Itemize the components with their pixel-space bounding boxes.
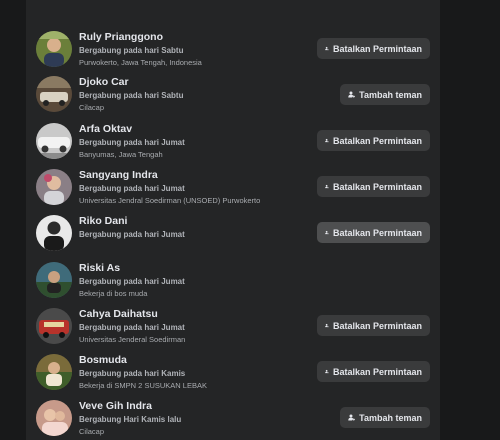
person-name[interactable]: Djoko Car (79, 76, 309, 89)
friend-suggestions-panel: Ruly Prianggono Bergabung pada hari Sabt… (26, 0, 440, 440)
cancel-request-button[interactable]: Batalkan Permintaan (317, 130, 430, 151)
person-detail: Bekerja di bos muda (79, 289, 148, 298)
button-label: Batalkan Permintaan (332, 181, 422, 192)
joined-text: Bergabung pada hari Kamis (79, 369, 186, 378)
person-row[interactable]: Djoko Car Bergabung pada hari Sabtu Cila… (26, 76, 440, 122)
person-name[interactable]: Arfa Oktav (79, 123, 309, 136)
avatar[interactable] (36, 31, 72, 67)
person-info: Cahya Daihatsu Bergabung pada hari Jumat… (79, 308, 309, 345)
add-friend-button[interactable]: Tambah teman (340, 407, 430, 428)
button-label: Batalkan Permintaan (332, 135, 422, 146)
person-row[interactable]: Ruly Prianggono Bergabung pada hari Sabt… (26, 31, 440, 77)
button-label: Tambah teman (359, 412, 422, 423)
person-info: Djoko Car Bergabung pada hari Sabtu Cila… (79, 76, 309, 113)
avatar[interactable] (36, 354, 72, 390)
cancel-request-button[interactable]: Batalkan Permintaan (317, 38, 430, 59)
person-name[interactable]: Sangyang Indra (79, 169, 309, 182)
person-info: Arfa Oktav Bergabung pada hari Jumat Ban… (79, 123, 309, 160)
person-detail: Universitas Jenderal Soedirman (79, 335, 186, 344)
person-info: Bosmuda Bergabung pada hari Kamis Bekerj… (79, 354, 309, 391)
button-label: Batalkan Permintaan (332, 43, 422, 54)
cancel-request-button[interactable]: Batalkan Permintaan (317, 315, 430, 336)
person-cancel-icon (325, 46, 329, 51)
person-info: Sangyang Indra Bergabung pada hari Jumat… (79, 169, 309, 206)
button-label: Batalkan Permintaan (332, 320, 422, 331)
cancel-request-button[interactable]: Batalkan Permintaan (317, 361, 430, 382)
avatar[interactable] (36, 308, 72, 344)
joined-text: Bergabung pada hari Sabtu (79, 46, 184, 55)
joined-text: Bergabung pada hari Jumat (79, 138, 185, 147)
joined-text: Bergabung pada hari Jumat (79, 277, 185, 286)
person-cancel-icon (325, 184, 329, 189)
person-row[interactable]: Riski As Bergabung pada hari Jumat Beker… (26, 262, 440, 308)
person-info: Riski As Bergabung pada hari Jumat Beker… (79, 262, 309, 299)
person-name[interactable]: Riko Dani (79, 215, 309, 228)
person-cancel-icon (325, 138, 329, 143)
button-label: Tambah teman (359, 89, 422, 100)
person-row[interactable]: Veve Gih Indra Bergabung Hari Kamis lalu… (26, 400, 440, 440)
avatar[interactable] (36, 400, 72, 436)
person-info: Riko Dani Bergabung pada hari Jumat (79, 215, 309, 240)
person-detail: Bekerja di SMPN 2 SUSUKAN LEBAK (79, 381, 207, 390)
person-name[interactable]: Cahya Daihatsu (79, 308, 309, 321)
person-name[interactable]: Riski As (79, 262, 309, 275)
person-row[interactable]: Sangyang Indra Bergabung pada hari Jumat… (26, 169, 440, 215)
avatar[interactable] (36, 262, 72, 298)
person-row[interactable]: Cahya Daihatsu Bergabung pada hari Jumat… (26, 308, 440, 354)
person-cancel-icon (325, 369, 329, 374)
button-label: Batalkan Permintaan (332, 227, 422, 238)
joined-text: Bergabung pada hari Sabtu (79, 91, 184, 100)
person-row[interactable]: Riko Dani Bergabung pada hari Jumat Bata… (26, 215, 440, 261)
joined-text: Bergabung Hari Kamis lalu (79, 415, 182, 424)
avatar[interactable] (36, 169, 72, 205)
person-cancel-icon (325, 230, 329, 235)
person-name[interactable]: Bosmuda (79, 354, 309, 367)
person-detail: Cilacap (79, 427, 105, 436)
add-friend-button[interactable]: Tambah teman (340, 84, 430, 105)
person-cancel-icon (325, 323, 329, 328)
person-row[interactable]: Bosmuda Bergabung pada hari Kamis Bekerj… (26, 354, 440, 400)
avatar[interactable] (36, 215, 72, 251)
button-label: Batalkan Permintaan (332, 366, 422, 377)
avatar[interactable] (36, 123, 72, 159)
person-info: Ruly Prianggono Bergabung pada hari Sabt… (79, 31, 309, 68)
avatar[interactable] (36, 76, 72, 112)
person-name[interactable]: Ruly Prianggono (79, 31, 309, 44)
cancel-request-button[interactable]: Batalkan Permintaan (317, 176, 430, 197)
joined-text: Bergabung pada hari Jumat (79, 184, 185, 193)
person-detail: Banyumas, Jawa Tengah (79, 150, 163, 159)
person-add-icon (348, 91, 356, 98)
person-row[interactable]: Arfa Oktav Bergabung pada hari Jumat Ban… (26, 123, 440, 169)
page: Ruly Prianggono Bergabung pada hari Sabt… (0, 0, 500, 440)
person-detail: Cilacap (79, 103, 105, 112)
person-info: Veve Gih Indra Bergabung Hari Kamis lalu… (79, 400, 309, 437)
joined-text: Bergabung pada hari Jumat (79, 230, 185, 239)
person-detail: Purwokerto, Jawa Tengah, Indonesia (79, 58, 202, 67)
person-add-icon (348, 414, 356, 421)
cancel-request-button[interactable]: Batalkan Permintaan (317, 222, 430, 243)
joined-text: Bergabung pada hari Jumat (79, 323, 185, 332)
person-name[interactable]: Veve Gih Indra (79, 400, 309, 413)
person-detail: Universitas Jendral Soedirman (UNSOED) P… (79, 196, 261, 205)
